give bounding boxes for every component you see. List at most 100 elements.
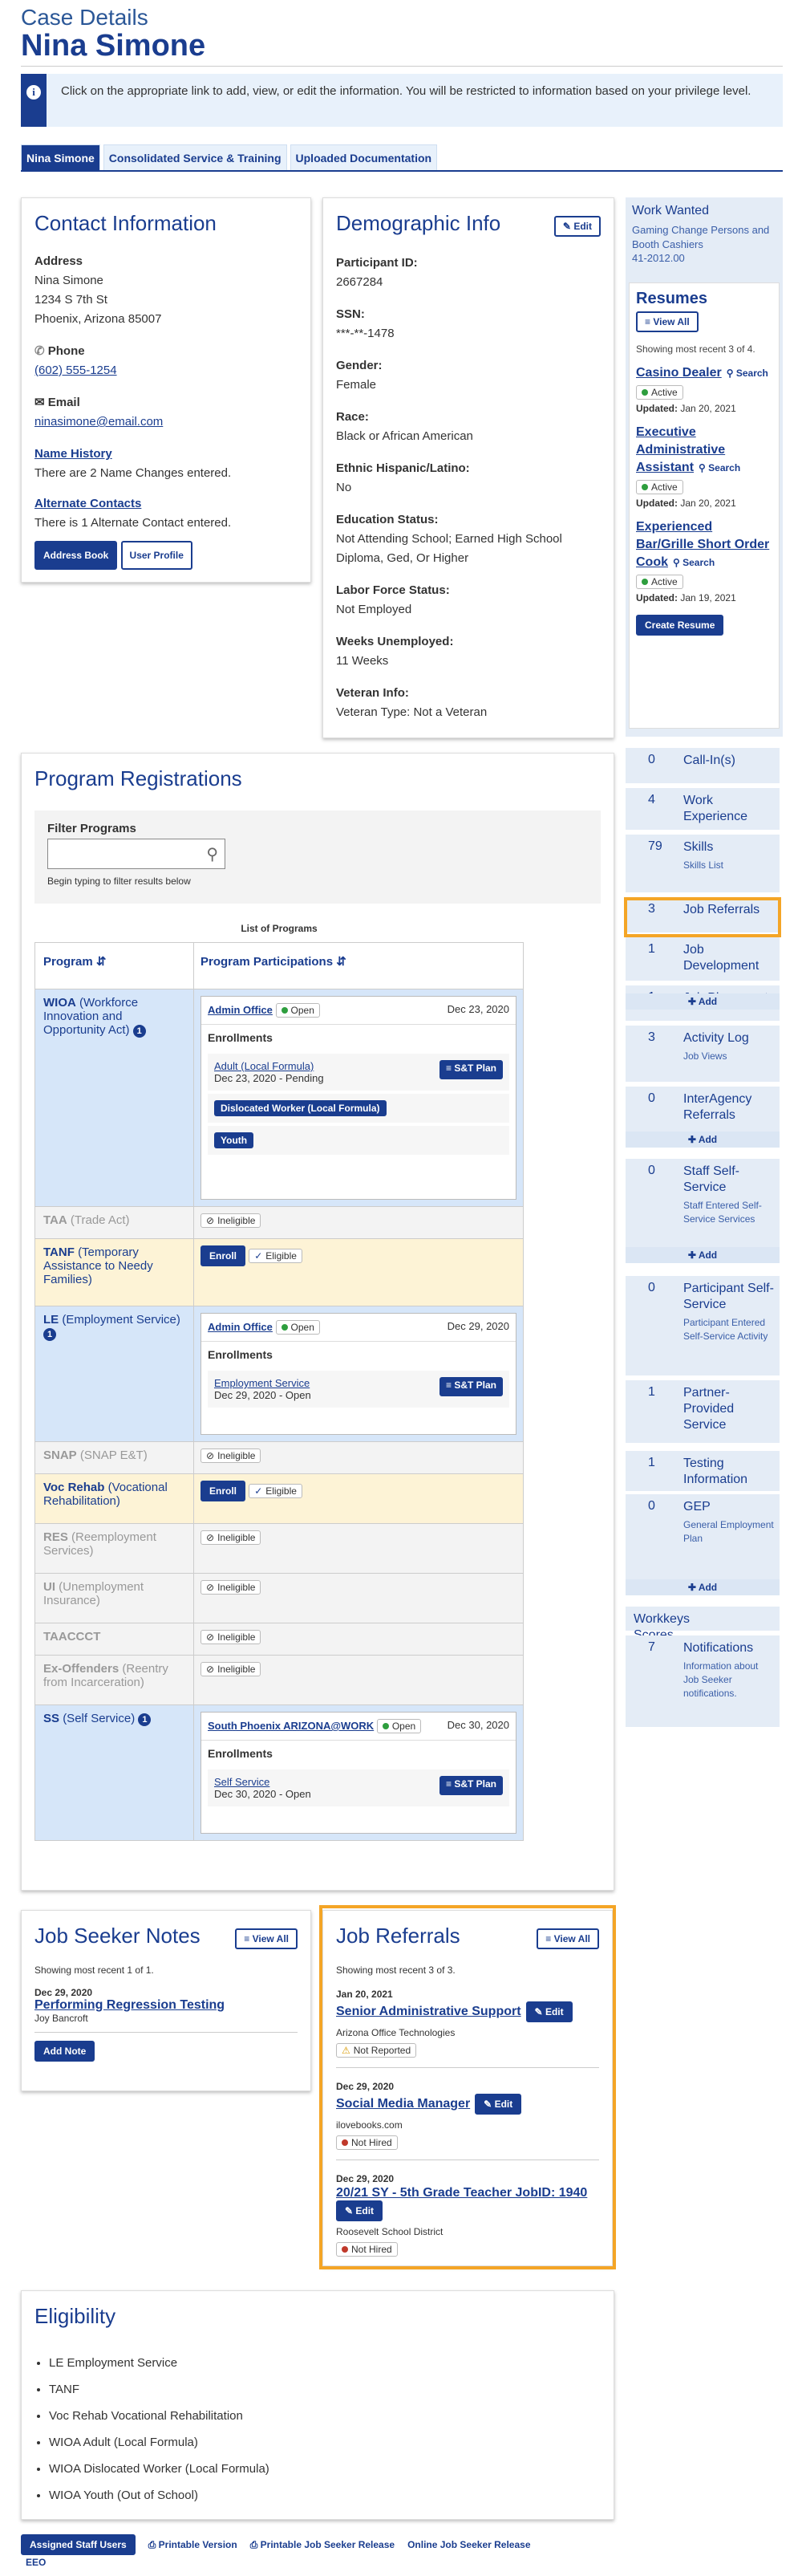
demographic-edit-button[interactable]: ✎ Edit: [553, 216, 601, 237]
page-header: Case Details Nina Simone: [21, 5, 205, 63]
eeo-link[interactable]: EEO: [26, 2557, 46, 2568]
st-plan-button[interactable]: ≡ S&T Plan: [439, 1377, 503, 1396]
search-icon: ⚲: [206, 846, 218, 863]
dislocated-worker-button[interactable]: Dislocated Worker (Local Formula): [214, 1100, 387, 1116]
sidebar-sublink[interactable]: Staff Entered Self-Service Services: [683, 1199, 776, 1226]
resume-search-link[interactable]: ⚲ Search: [673, 557, 715, 568]
enrollment-link[interactable]: Self Service: [214, 1776, 269, 1788]
enroll-button[interactable]: Enroll: [200, 1481, 246, 1501]
st-plan-button[interactable]: ≡ S&T Plan: [439, 1060, 503, 1079]
address-line: 1234 S 7th St: [34, 293, 107, 307]
enroll-button[interactable]: Enroll: [200, 1245, 246, 1266]
contact-title: Contact Information: [34, 211, 217, 235]
sidebar-sublink[interactable]: Information about Job Seeker notificatio…: [683, 1660, 776, 1700]
sidebar-label: Skills: [683, 840, 714, 854]
address-book-button[interactable]: Address Book: [34, 541, 118, 570]
demographic-field: Ethnic Hispanic/Latino: No: [336, 459, 601, 498]
field-value: Female: [336, 378, 377, 392]
phone-link[interactable]: (602) 555-1254: [34, 364, 117, 377]
resume-item: Casino Dealer ⚲ Search Active Updated: Jan …: [636, 364, 772, 414]
eligibility-item: TANF: [49, 2376, 601, 2403]
sidebar-item-partner-provided-service[interactable]: 1 Partner-Provided Service: [626, 1380, 780, 1443]
sidebar-item-job-development[interactable]: 1 Job Development: [626, 937, 780, 981]
admin-office-link[interactable]: Admin Office: [208, 1321, 273, 1333]
filter-input[interactable]: ⚲: [47, 839, 225, 869]
sidebar-item-staff-self-service[interactable]: 0 Staff Self-Service Staff Entered Self-Se…: [626, 1159, 780, 1258]
sidebar-item-work-experience[interactable]: 4 Work Experience: [626, 788, 780, 830]
office-link[interactable]: South Phoenix ARIZONA@WORK: [208, 1720, 374, 1732]
enrollment-link[interactable]: Employment Service: [214, 1377, 310, 1389]
address-line: Nina Simone: [34, 274, 103, 287]
program-row-taa: TAA (Trade Act) ⊘ Ineligible: [34, 1206, 524, 1239]
name-history-link[interactable]: Name History: [34, 447, 112, 461]
resume-search-link[interactable]: ⚲ Search: [727, 368, 768, 379]
demographic-field: SSN: ***-**-1478: [336, 305, 601, 343]
resumes-showing: Showing most recent 3 of 4.: [636, 343, 755, 355]
sidebar-item-notifications[interactable]: 7 Notifications Information about Job Seek…: [626, 1635, 780, 1727]
sidebar-item-workkeys-scores[interactable]: Workkeys Scores: [626, 1607, 780, 1642]
sidebar-sublink[interactable]: Participant Entered Self-Service Activit…: [683, 1316, 776, 1343]
add-button[interactable]: ✚ Add: [626, 1579, 780, 1595]
participations-column-header[interactable]: Program Participations ⇵: [193, 942, 524, 989]
resume-search-link[interactable]: ⚲ Search: [699, 462, 740, 473]
assigned-staff-users-button[interactable]: Assigned Staff Users: [21, 2534, 136, 2555]
alternate-contacts-link[interactable]: Alternate Contacts: [34, 497, 141, 510]
program-row-res: RES (Reemployment Services) ⊘ Ineligible: [34, 1523, 524, 1574]
user-profile-button[interactable]: User Profile: [120, 541, 192, 570]
field-label: Weeks Unemployed:: [336, 635, 454, 648]
printable-version-link[interactable]: ⎙ Printable Version: [148, 2539, 237, 2551]
notes-view-all-button[interactable]: ≡ View All: [235, 1928, 298, 1949]
admin-office-link[interactable]: Admin Office: [208, 1004, 273, 1016]
field-label: Veteran Info:: [336, 686, 409, 700]
sidebar-label: Notifications: [683, 1641, 754, 1655]
participation-card: Admin Office Open Dec 23, 2020 Enrollment…: [200, 996, 516, 1200]
sidebar-item-activity-log[interactable]: 3 Activity Log Job Views: [626, 1026, 780, 1082]
eligibility-item: LE Employment Service: [49, 2350, 601, 2376]
notes-showing: Showing most recent 1 of 1.: [34, 1965, 154, 1976]
ban-icon: ⊘: [206, 1215, 215, 1226]
tab-consolidated-service[interactable]: Consolidated Service & Training: [103, 144, 287, 172]
sidebar-sublink[interactable]: Job Views: [683, 1050, 776, 1063]
tab-profile[interactable]: Nina Simone: [21, 144, 100, 172]
create-resume-button[interactable]: Create Resume: [636, 615, 724, 636]
phone-icon: ✆: [34, 344, 45, 358]
tab-uploaded-documentation[interactable]: Uploaded Documentation: [290, 144, 438, 172]
add-button[interactable]: ✚ Add: [626, 993, 780, 1010]
add-button[interactable]: ✚ Add: [626, 1247, 780, 1263]
field-label: Education Status:: [336, 513, 439, 526]
add-button[interactable]: ✚ Add: [626, 1132, 780, 1148]
demographic-field: Participant ID: 2667284: [336, 254, 601, 292]
printable-release-link[interactable]: ⎙ Printable Job Seeker Release: [250, 2539, 395, 2551]
sidebar-label: Participant Self-Service: [683, 1282, 774, 1311]
sidebar-item-testing-information[interactable]: 1 Testing Information: [626, 1451, 780, 1491]
field-label: Race:: [336, 410, 369, 424]
demographic-field: Weeks Unemployed: 11 Weeks: [336, 632, 601, 671]
st-plan-button[interactable]: ≡ S&T Plan: [439, 1776, 503, 1795]
work-wanted-text[interactable]: Gaming Change Persons and Booth Cashiers: [632, 223, 776, 252]
info-alert: i Click on the appropriate link to add, …: [21, 74, 783, 127]
online-release-link[interactable]: Online Job Seeker Release: [407, 2539, 530, 2550]
enrollment-link[interactable]: Adult (Local Formula): [214, 1060, 314, 1072]
count-badge: 1: [132, 1025, 146, 1038]
sidebar-item-call-in-s-[interactable]: 0 Call-In(s): [626, 748, 780, 783]
resume-link[interactable]: Casino Dealer: [636, 366, 722, 380]
add-note-button[interactable]: Add Note: [34, 2041, 95, 2062]
program-column-header[interactable]: Program ⇵: [34, 942, 194, 989]
filter-help: Begin typing to filter results below: [47, 876, 191, 887]
eligibility-item: Voc Rehab Vocational Rehabilitation: [49, 2403, 601, 2429]
sidebar-item-skills[interactable]: 79 Skills Skills List: [626, 835, 780, 892]
youth-button[interactable]: Youth: [214, 1132, 254, 1148]
resumes-view-all-button[interactable]: ≡ View All: [636, 311, 699, 332]
sidebar-sublink[interactable]: Skills List: [683, 859, 776, 872]
sidebar-sublink[interactable]: General Employment Plan: [683, 1518, 776, 1546]
sidebar-item-gep[interactable]: 0 GEP General Employment Plan: [626, 1494, 780, 1591]
sidebar-count: 0: [648, 1091, 655, 1105]
print-icon: ⎙: [249, 2538, 258, 2550]
footer-links: Assigned Staff Users ⎙ Printable Version…: [21, 2534, 531, 2555]
field-label: Gender:: [336, 359, 383, 372]
field-value: Veteran Type: Not a Veteran: [336, 705, 488, 719]
sidebar-item-participant-self-service[interactable]: 0 Participant Self-Service Participant Ent…: [626, 1276, 780, 1375]
email-link[interactable]: ninasimone@email.com: [34, 415, 163, 429]
enrollment-item: Adult (Local Formula) Dec 23, 2020 - Pend…: [208, 1054, 509, 1091]
note-link[interactable]: Performing Regression Testing: [34, 1998, 225, 2012]
